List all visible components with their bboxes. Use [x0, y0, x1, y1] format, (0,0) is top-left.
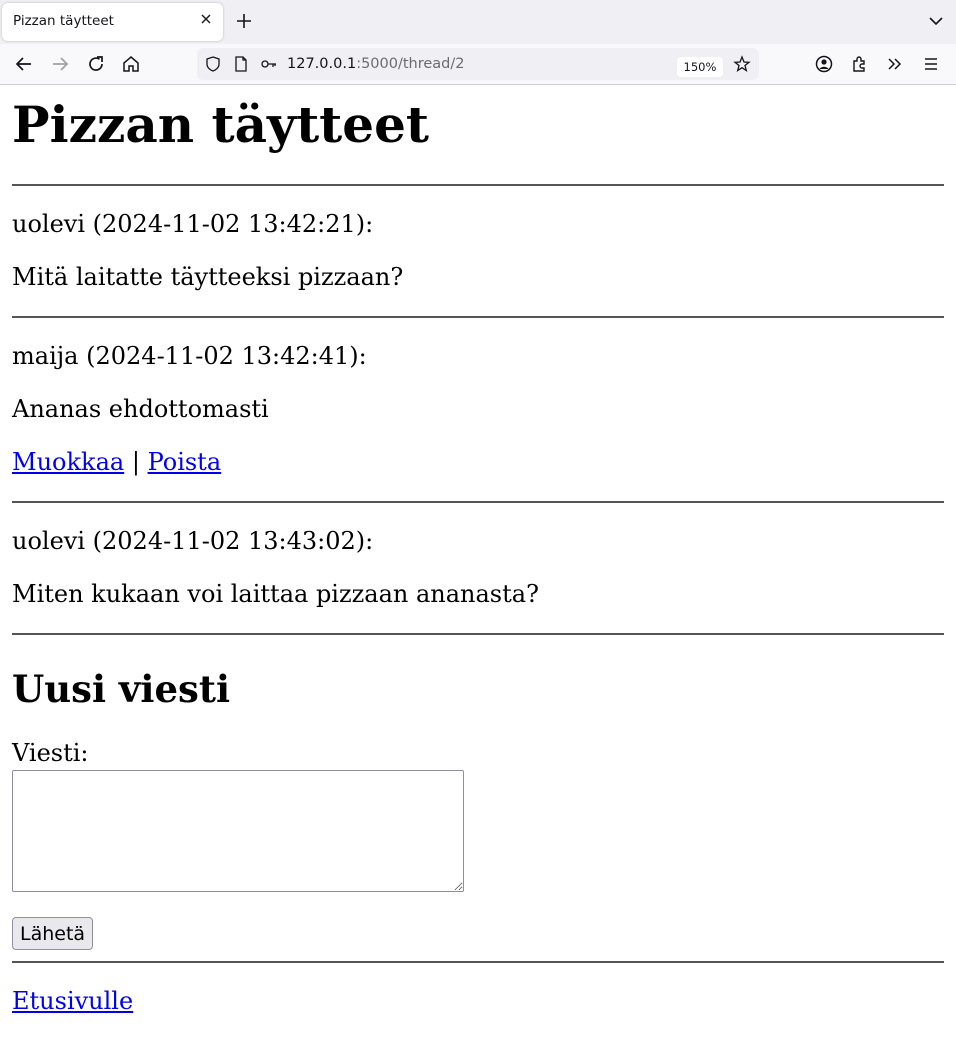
- divider: [12, 961, 944, 963]
- page-icon: [235, 56, 247, 72]
- account-icon[interactable]: [813, 53, 835, 75]
- key-icon[interactable]: [260, 55, 278, 73]
- message-textarea[interactable]: [12, 770, 464, 892]
- message-body: Mitä laitatte täytteeksi pizzaan?: [12, 263, 404, 291]
- footer-links: Etusivulle: [12, 986, 133, 1016]
- shield-icon[interactable]: [204, 55, 222, 73]
- browser-tab[interactable]: Pizzan täytteet: [2, 3, 223, 41]
- message-header: uolevi (2024-11-02 13:42:21):: [12, 210, 374, 238]
- divider: [12, 501, 944, 503]
- overflow-chevrons-icon[interactable]: [884, 53, 906, 75]
- zoom-indicator[interactable]: 150%: [677, 57, 723, 77]
- action-separator: |: [131, 448, 140, 476]
- url-text[interactable]: 127.0.0.1:5000/thread/2: [287, 56, 465, 72]
- message-actions: Muokkaa | Poista: [12, 447, 221, 477]
- reload-icon[interactable]: [85, 53, 107, 75]
- hamburger-menu-icon[interactable]: [920, 53, 942, 75]
- star-bookmark-icon[interactable]: [733, 55, 751, 73]
- send-button[interactable]: Lähetä: [12, 917, 94, 950]
- new-message-heading: Uusi viesti: [12, 667, 231, 711]
- message-header: uolevi (2024-11-02 13:43:02):: [12, 527, 374, 555]
- tab-strip: Pizzan täytteet: [0, 0, 956, 44]
- message-header: maija (2024-11-02 13:42:41):: [12, 342, 367, 370]
- home-icon[interactable]: [120, 53, 142, 75]
- page-title: Pizzan täytteet: [12, 95, 429, 154]
- url-host: 127.0.0.1: [287, 56, 357, 72]
- delete-link[interactable]: Poista: [148, 448, 222, 476]
- divider: [12, 316, 944, 318]
- extensions-icon[interactable]: [849, 53, 871, 75]
- chevron-down-icon[interactable]: [926, 11, 946, 31]
- back-arrow-icon[interactable]: [13, 53, 35, 75]
- message-field-label: Viesti:: [12, 739, 89, 767]
- divider: [12, 633, 944, 635]
- close-tab-icon[interactable]: [197, 10, 215, 28]
- tab-title: Pizzan täytteet: [13, 13, 114, 29]
- home-link[interactable]: Etusivulle: [12, 987, 133, 1015]
- address-bar[interactable]: 127.0.0.1:5000/thread/2 150%: [197, 48, 759, 80]
- message-body: Miten kukaan voi laittaa pizzaan ananast…: [12, 580, 539, 608]
- navigation-toolbar: 127.0.0.1:5000/thread/2 150%: [0, 44, 956, 85]
- forward-arrow-icon[interactable]: [49, 53, 71, 75]
- new-tab-icon[interactable]: [233, 10, 255, 32]
- edit-link[interactable]: Muokkaa: [12, 448, 124, 476]
- url-path: :5000/thread/2: [356, 56, 465, 72]
- message-body: Ananas ehdottomasti: [12, 395, 269, 423]
- divider: [12, 184, 944, 186]
